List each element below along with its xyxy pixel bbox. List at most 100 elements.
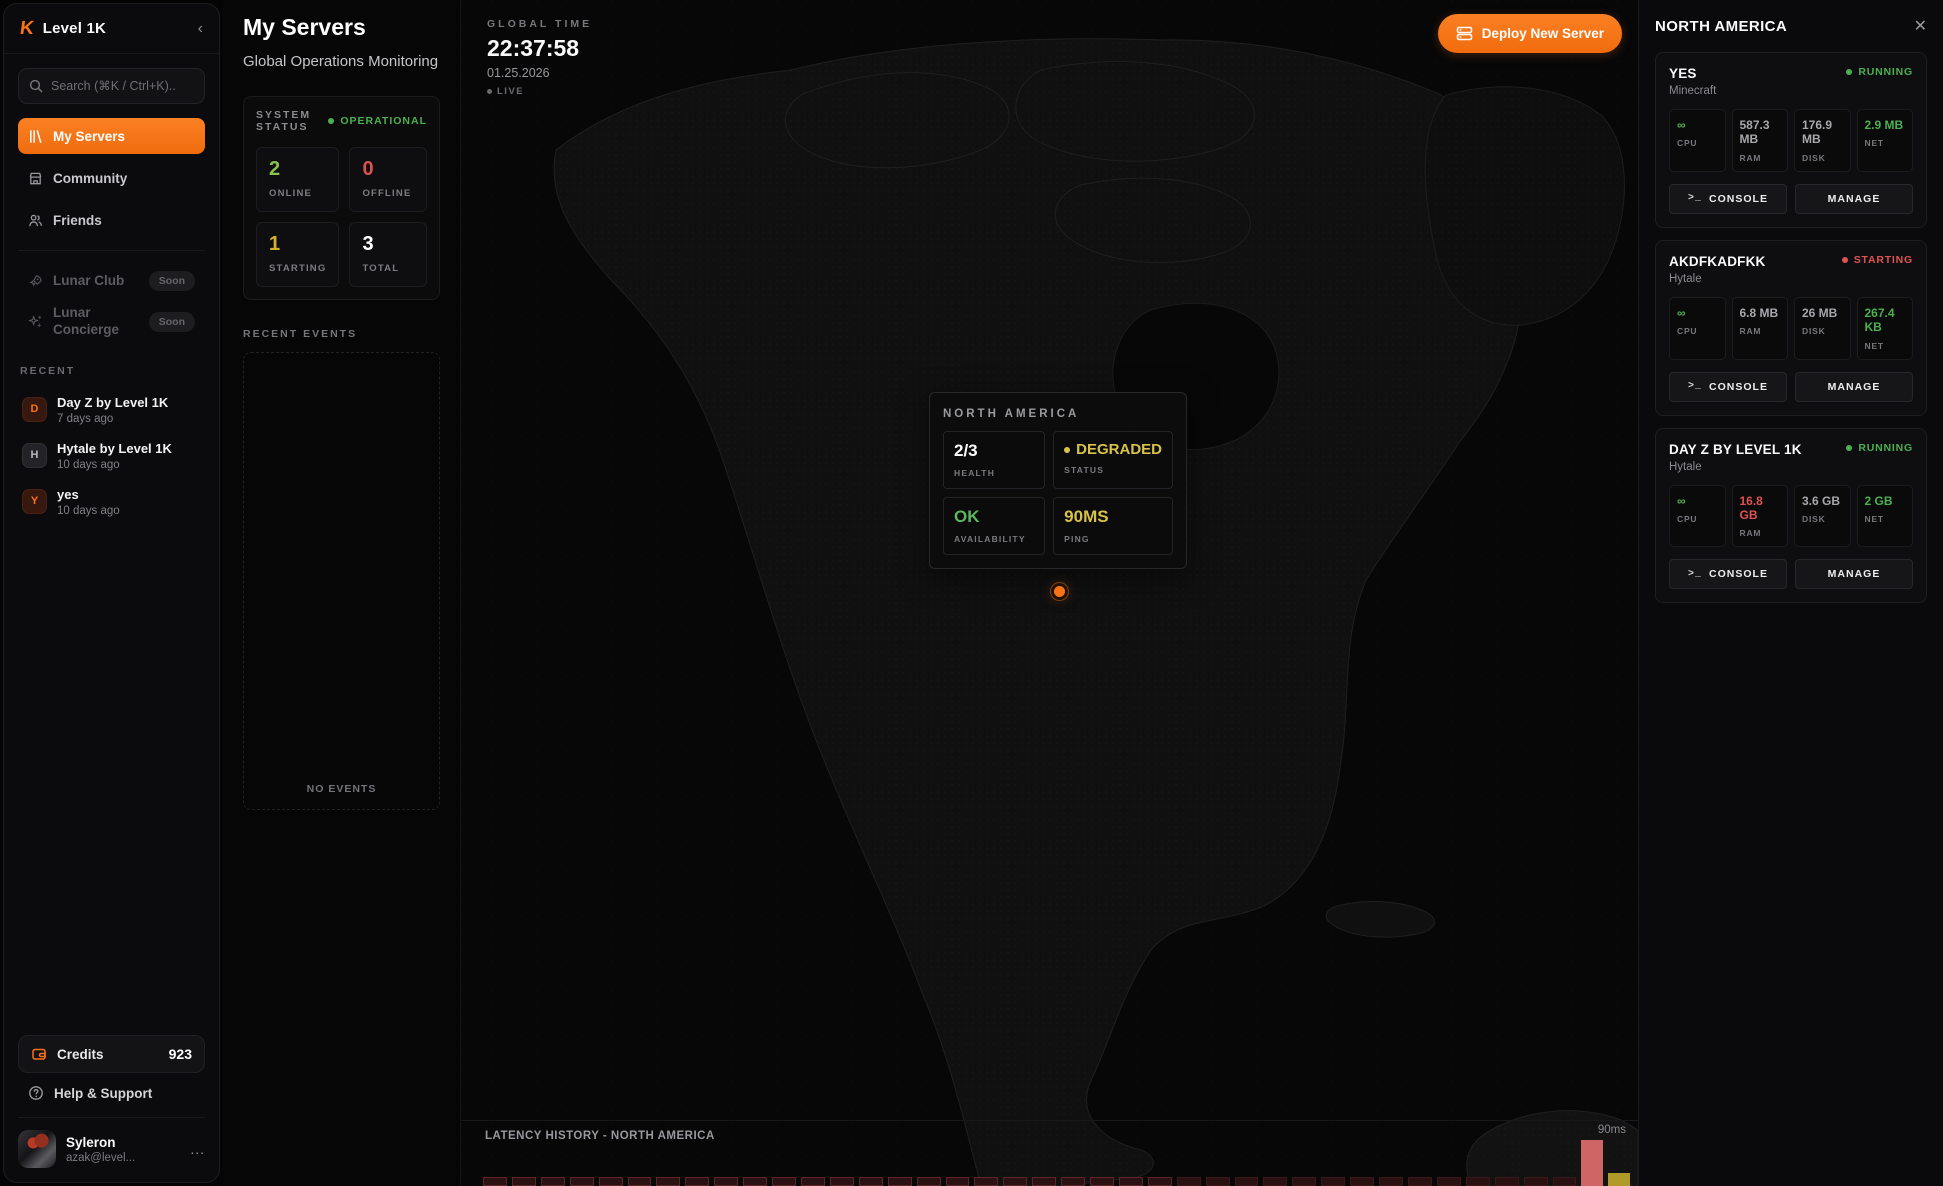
stat-label: DISK [1802,514,1843,524]
stat-cpu: ∞ CPU [1669,297,1726,360]
global-time-label: GLOBAL TIME [487,18,592,30]
latency-bar [917,1177,941,1186]
console-label: CONSOLE [1709,193,1768,205]
infinity-icon: ∞ [1677,494,1718,508]
latency-history-panel: LATENCY HISTORY - NORTH AMERICA 90ms [461,1120,1638,1186]
stat-label: RAM [1740,326,1781,336]
server-game: Hytale [1669,273,1913,285]
search-box[interactable] [18,68,205,104]
status-dot [328,118,334,124]
recent-item-dayz[interactable]: D Day Z by Level 1K 7 days ago [18,387,205,433]
stat-disk: 176.9 MB DISK [1794,109,1851,172]
sidebar-item-lunar-club[interactable]: Lunar Club Soon [18,263,205,299]
console-button[interactable]: >_ CONSOLE [1669,184,1787,214]
recent-events-box: NO EVENTS [243,352,440,810]
user-menu-button[interactable]: ... [190,1141,205,1157]
manage-button[interactable]: MANAGE [1795,372,1913,402]
popup-value-text: 2/3 [954,441,978,461]
stat-net: 2.9 MB NET [1857,109,1914,172]
recent-item-text: Hytale by Level 1K 10 days ago [57,441,172,471]
stat-net: 2 GB NET [1857,485,1914,548]
stat-label: TOTAL [362,263,414,274]
page-title: My Servers [243,14,440,41]
status-badge: RUNNING [1846,442,1913,454]
latency-bar [1466,1177,1490,1186]
status-text: STARTING [1854,254,1913,266]
latency-bar [1061,1177,1085,1186]
manage-button[interactable]: MANAGE [1795,559,1913,589]
server-card-header: AKDFKADFKK STARTING [1669,254,1913,269]
brand-logo-icon: K [18,18,35,40]
latency-bar [1206,1177,1230,1186]
latency-bar [1553,1177,1577,1186]
terminal-icon: >_ [1688,569,1702,580]
recent-item-time: 10 days ago [57,459,172,471]
sidebar-collapse-button[interactable]: ‹ [198,20,203,38]
overview-column: My Servers Global Operations Monitoring … [223,0,461,1186]
region-marker-dot[interactable] [1054,586,1065,597]
nav-label: My Servers [53,129,125,144]
server-actions: >_ CONSOLE MANAGE [1669,559,1913,589]
no-events-text: NO EVENTS [244,783,439,795]
system-status-header: SYSTEM STATUS OPERATIONAL [256,109,427,133]
stat-label: DISK [1802,326,1843,336]
server-stats: ∞ CPU 587.3 MB RAM 176.9 MB DISK 2.9 MB … [1669,109,1913,172]
server-actions: >_ CONSOLE MANAGE [1669,184,1913,214]
live-dot [487,89,492,94]
stat-starting: 1 STARTING [256,222,339,287]
latency-bar [512,1177,536,1186]
stat-label: STARTING [269,263,326,274]
stat-ram: 6.8 MB RAM [1732,297,1789,360]
app-root: K Level 1K ‹ My Servers [0,0,1943,1186]
latency-bar [628,1177,652,1186]
console-button[interactable]: >_ CONSOLE [1669,372,1787,402]
latency-bar [1437,1177,1461,1186]
help-icon [28,1085,44,1101]
sidebar-item-friends[interactable]: Friends [18,202,205,238]
stat-label: NET [1865,138,1906,148]
region-popup[interactable]: NORTH AMERICA 2/3 HEALTH DEGRADED STATUS [929,392,1187,569]
close-icon[interactable]: ✕ [1914,16,1927,36]
latency-bar [685,1177,709,1186]
latency-bar [974,1177,998,1186]
status-dot [1842,257,1848,263]
nav-label: Lunar Club [53,273,139,290]
sidebar-header: K Level 1K ‹ [4,4,219,54]
recent-item-hytale[interactable]: H Hytale by Level 1K 10 days ago [18,433,205,479]
credits-button[interactable]: Credits 923 [18,1035,205,1073]
sidebar-item-lunar-concierge[interactable]: Lunar Concierge Soon [18,299,205,345]
latency-bar [1608,1173,1630,1186]
recent-item-yes[interactable]: Y yes 10 days ago [18,479,205,525]
manage-button[interactable]: MANAGE [1795,184,1913,214]
page-subtitle: Global Operations Monitoring [243,53,440,70]
latency-bar [570,1177,594,1186]
region-popup-grid: 2/3 HEALTH DEGRADED STATUS OK AVAILABILI… [943,431,1173,555]
brand-name: Level 1K [43,20,189,37]
stat-net: 267.4 KB NET [1857,297,1914,360]
console-label: CONSOLE [1709,568,1768,580]
deploy-new-server-button[interactable]: Deploy New Server [1438,14,1622,53]
popup-tile-ping: 90MS PING [1053,497,1173,555]
latency-bar [1581,1140,1603,1186]
latency-bar [743,1177,767,1186]
latency-bar [1408,1177,1432,1186]
infinity-icon: ∞ [1677,118,1718,132]
storefront-icon [28,171,43,186]
recent-item-text: yes 10 days ago [57,487,120,517]
stat-ram: 16.8 GB RAM [1732,485,1789,548]
user-name: Syleron [66,1135,135,1150]
stat-ram: 587.3 MB RAM [1732,109,1789,172]
sidebar-item-my-servers[interactable]: My Servers [18,118,205,154]
credits-label: Credits [57,1047,159,1062]
search-input[interactable] [51,79,194,93]
server-name: AKDFKADFKK [1669,254,1842,269]
user-profile[interactable]: Syleron azak@level... ... [18,1117,205,1168]
stat-label: CPU [1677,326,1718,336]
help-support-button[interactable]: Help & Support [18,1073,205,1113]
map-zone[interactable]: GLOBAL TIME 22:37:58 01.25.2026 LIVE Dep… [461,0,1638,1186]
sidebar-item-community[interactable]: Community [18,160,205,196]
console-label: CONSOLE [1709,381,1768,393]
console-button[interactable]: >_ CONSOLE [1669,559,1787,589]
latency-bar [714,1177,738,1186]
latency-bar [946,1177,970,1186]
